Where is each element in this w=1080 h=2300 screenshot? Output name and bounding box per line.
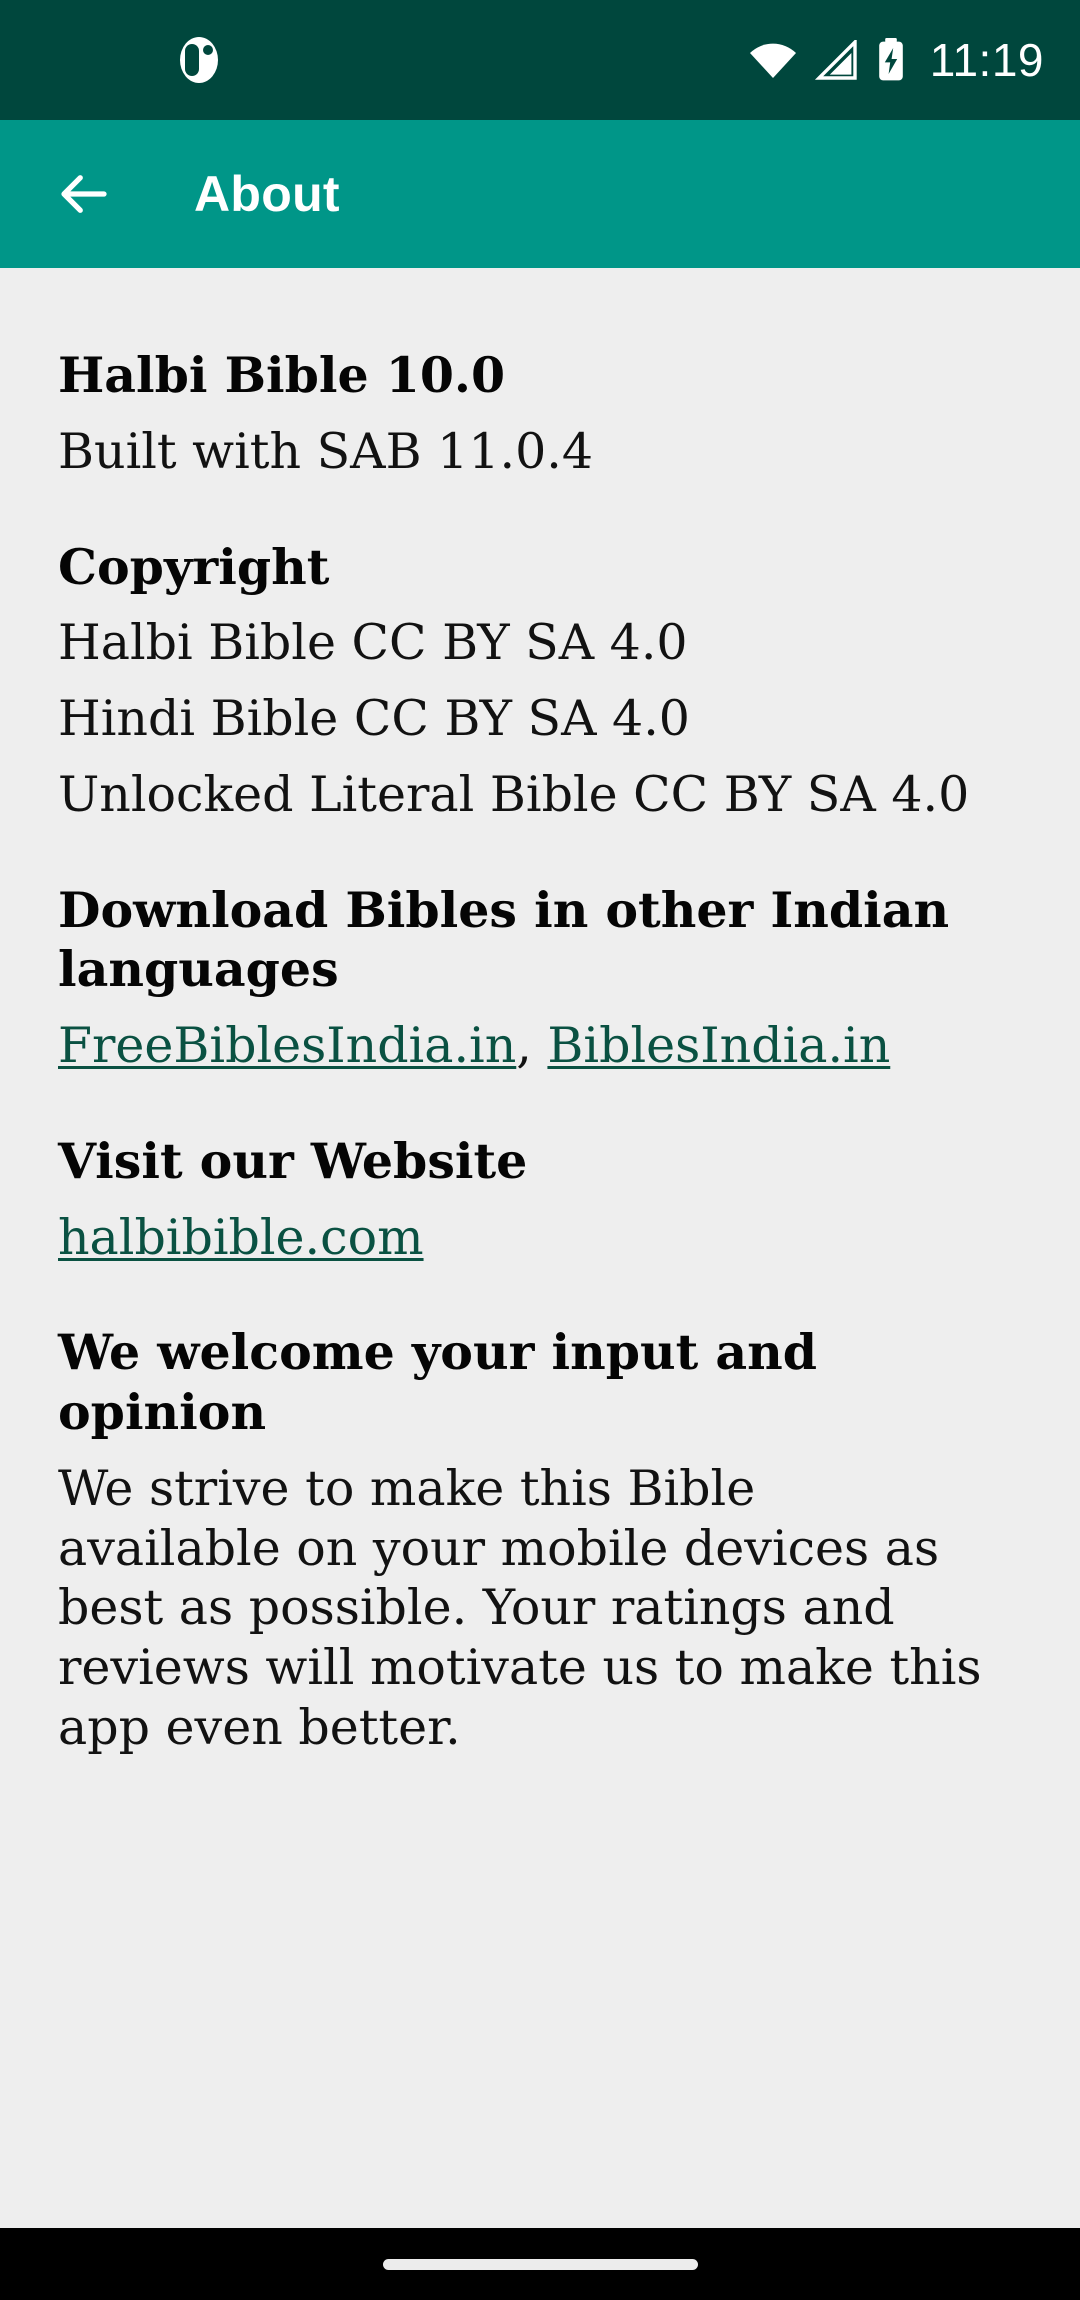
back-button[interactable] [52,162,116,226]
home-gesture-pill[interactable] [382,2258,698,2270]
feedback-body: We strive to make this Bible available o… [58,1459,982,1757]
status-bar-notifications [0,37,218,83]
system-navigation-bar [0,2228,1080,2300]
page-title: About [194,166,340,222]
cellular-signal-icon [814,40,860,80]
bibles-india-link[interactable]: BiblesIndia.in [547,1017,890,1074]
copyright-heading: Copyright [58,537,330,596]
battery-charging-icon [876,38,906,82]
status-bar: 11:19 [0,0,1080,120]
feedback-heading: We welcome your input and opinion [58,1323,817,1442]
copyright-line: Hindi Bible CC BY SA 4.0 [58,690,690,748]
free-bibles-india-link[interactable]: FreeBiblesIndia.in [58,1017,516,1074]
copyright-line: Unlocked Literal Bible CC BY SA 4.0 [58,765,970,823]
built-with-text: Built with SAB 11.0.4 [58,422,594,480]
app-version-title: Halbi Bible 10.0 [58,346,506,404]
about-content: Halbi Bible 10.0 Built with SAB 11.0.4 C… [0,268,1080,2228]
phone-screen: 11:19 About Halbi Bible 10.0 Built with … [0,0,1080,2300]
website-link-row: halbibible.com [48,1208,1032,1268]
website-heading: Visit our Website [58,1131,528,1190]
copyright-line: Halbi Bible CC BY SA 4.0 [58,614,688,672]
back-arrow-icon [61,175,107,213]
halbibible-website-link[interactable]: halbibible.com [58,1209,424,1266]
app-bar: About [0,120,1080,268]
wifi-icon [748,40,798,80]
app-notification-icon [180,37,218,83]
link-separator: , [516,1017,548,1075]
status-bar-system-icons: 11:19 [748,33,1044,87]
download-bibles-links: FreeBiblesIndia.in, BiblesIndia.in [48,1016,1032,1076]
download-bibles-heading: Download Bibles in other Indian language… [58,880,950,999]
status-bar-clock: 11:19 [929,34,1044,86]
